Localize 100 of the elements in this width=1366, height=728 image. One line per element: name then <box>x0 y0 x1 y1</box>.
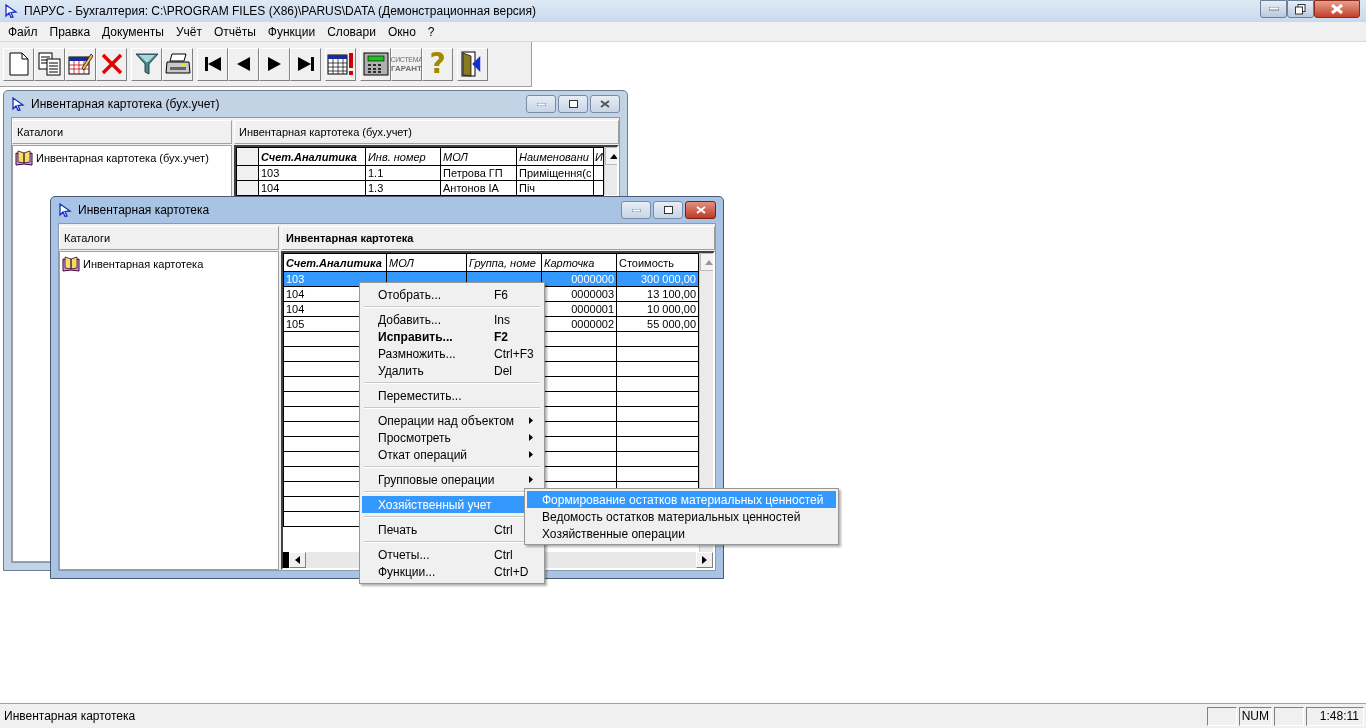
table-cell: 55 000,00 <box>647 318 696 330</box>
window-title: ПАРУС - Бухгалтерия: C:\PROGRAM FILES (X86)\PARUS\DATA (Демонстрационная версия) <box>24 4 537 18</box>
cursor-icon <box>58 203 72 217</box>
column-header[interactable]: И <box>593 147 604 166</box>
tree-item[interactable]: Инвентарная картотека (бух.учет) <box>15 150 229 166</box>
first-button[interactable] <box>197 47 228 81</box>
table-cell: 104 <box>261 182 280 194</box>
last-button[interactable] <box>290 47 321 81</box>
vertical-scrollbar[interactable] <box>604 147 617 195</box>
menu-item[interactable]: Функции <box>261 24 322 39</box>
close-icon <box>600 100 610 108</box>
status-text: Инвентарная картотека <box>3 709 137 723</box>
menu-item[interactable]: Размножить... Ctrl+F3 <box>362 345 542 362</box>
menu-item[interactable]: Удалить Del <box>362 362 542 379</box>
panel-header: Инвентарная картотека (бух.учет) <box>234 120 619 144</box>
menu-item[interactable]: Словари <box>321 24 382 39</box>
column-header[interactable]: Счет.Аналитика <box>283 253 387 272</box>
cursor-icon <box>11 97 25 111</box>
restore-icon <box>1295 3 1306 15</box>
tree-label: Инвентарная картотека (бух.учет) <box>36 152 209 164</box>
close-button[interactable] <box>1314 0 1360 18</box>
minimize-icon <box>631 208 641 212</box>
column-header[interactable]: МОЛ <box>386 253 467 272</box>
table-cell: Петрова ГП <box>443 167 503 179</box>
new-button[interactable] <box>3 47 34 81</box>
table-cell: 105 <box>286 318 305 330</box>
menu-item[interactable]: Отобрать... F6 <box>362 286 542 303</box>
tree-item[interactable]: Инвентарная картотека <box>62 256 276 272</box>
maximize-icon <box>568 100 578 108</box>
menu-item[interactable]: Правка <box>43 24 97 39</box>
panel-header: Инвентарная картотека <box>281 226 715 250</box>
edit-button[interactable] <box>65 47 96 81</box>
table-cell: 10 000,00 <box>647 303 696 315</box>
status-panel: 1:48:11 <box>1306 706 1364 726</box>
maximize-button[interactable] <box>653 201 683 219</box>
column-header[interactable]: Стоимость <box>616 253 699 272</box>
cursor-icon <box>4 4 18 18</box>
column-header[interactable]: Карточка <box>541 253 617 272</box>
table-cell: Антонов ІА <box>443 182 499 194</box>
column-header[interactable]: Группа, номе <box>466 253 542 272</box>
printer-icon <box>164 53 191 75</box>
window-title: Инвентарная картотека <box>78 203 211 217</box>
minimize-icon <box>536 102 546 106</box>
menu-item[interactable]: Отчёты <box>207 24 262 39</box>
copy-button[interactable] <box>34 47 65 81</box>
panel-header: Каталоги <box>12 120 232 144</box>
menu-item[interactable]: Документы <box>96 24 170 39</box>
menu-item[interactable]: Учёт <box>169 24 208 39</box>
maximize-button[interactable] <box>558 95 588 113</box>
table-cell: 104 <box>286 288 305 300</box>
calculator-button[interactable] <box>360 47 391 81</box>
table-alert-icon <box>326 52 355 76</box>
document-icon <box>8 52 29 76</box>
table-cell: 1.1 <box>368 167 384 179</box>
table-cell: 104 <box>286 303 305 315</box>
next-button[interactable] <box>259 47 290 81</box>
table-cell: 0000003 <box>571 288 614 300</box>
menu-item[interactable]: Хозяйственные операции <box>527 525 836 542</box>
menu-item[interactable]: Просмотреть <box>362 429 542 446</box>
next-icon <box>268 57 281 71</box>
print-button[interactable] <box>162 47 193 81</box>
column-header[interactable]: МОЛ <box>440 147 517 166</box>
scroll-up-icon <box>704 259 713 265</box>
table-pencil-icon <box>67 52 94 76</box>
table-cell: 103 <box>286 273 305 285</box>
table-row[interactable]: 103 1.1 Петрова ГП Приміщення(с <box>236 165 604 181</box>
filter-button[interactable] <box>131 47 162 81</box>
alert-button[interactable] <box>325 47 356 81</box>
table-cell: Приміщення(с <box>519 167 592 179</box>
book-icon <box>15 150 33 166</box>
column-header[interactable]: Инв. номер <box>365 147 441 166</box>
menu-item[interactable]: Окно <box>381 24 422 39</box>
previous-icon <box>237 57 250 71</box>
close-button[interactable] <box>685 201 716 219</box>
exit-button[interactable] <box>457 47 488 81</box>
menu-item[interactable]: Переместить... <box>362 387 542 404</box>
prev-button[interactable] <box>228 47 259 81</box>
menu-item[interactable]: Файл <box>2 24 44 39</box>
menu-item[interactable]: ? <box>421 24 441 39</box>
last-record-icon <box>297 57 314 71</box>
table-cell: Піч <box>519 182 536 194</box>
scroll-right-icon <box>702 556 707 564</box>
column-header[interactable]: Наименовани <box>516 147 594 166</box>
menu-item[interactable]: Откат операций <box>362 446 542 463</box>
panel-header: Каталоги <box>59 226 279 250</box>
delete-icon <box>100 53 123 75</box>
status-panel <box>1274 706 1304 726</box>
menu-item[interactable]: Функции... Ctrl+D <box>362 563 542 580</box>
table-row[interactable]: 104 1.3 Антонов ІА Піч <box>236 180 604 196</box>
close-icon <box>1331 4 1343 14</box>
menu-item[interactable]: Отчеты... Ctrl <box>362 546 542 563</box>
restore-button[interactable] <box>1287 0 1314 18</box>
close-button[interactable] <box>590 95 620 113</box>
menu-item[interactable]: Операции над объектом <box>362 412 542 429</box>
first-record-icon <box>204 57 221 71</box>
menu-item[interactable]: Групповые операции <box>362 471 542 488</box>
delete-button[interactable] <box>96 47 127 81</box>
column-header[interactable]: Счет.Аналитика <box>258 147 366 166</box>
menu-item[interactable]: Исправить... F2 <box>362 328 542 345</box>
maximize-icon <box>663 206 673 214</box>
